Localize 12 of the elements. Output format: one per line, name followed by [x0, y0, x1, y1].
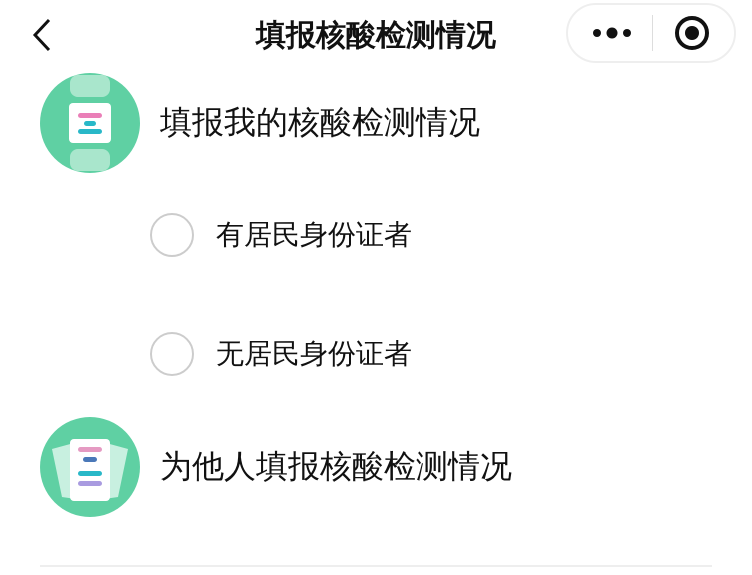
- option-label: 有居民身份证者: [216, 217, 412, 253]
- back-icon[interactable]: [32, 18, 52, 52]
- close-icon[interactable]: [674, 15, 710, 51]
- more-icon[interactable]: [592, 26, 632, 40]
- section-label[interactable]: 填报我的核酸检测情况: [160, 101, 480, 145]
- section-label[interactable]: 为他人填报核酸检测情况: [160, 445, 512, 489]
- documents-icon: [40, 417, 140, 517]
- option-label: 无居民身份证者: [216, 336, 412, 372]
- radio-button[interactable]: [150, 213, 194, 257]
- document-icon: [40, 73, 140, 173]
- radio-button[interactable]: [150, 332, 194, 376]
- page-title: 填报核酸检测情况: [256, 16, 496, 54]
